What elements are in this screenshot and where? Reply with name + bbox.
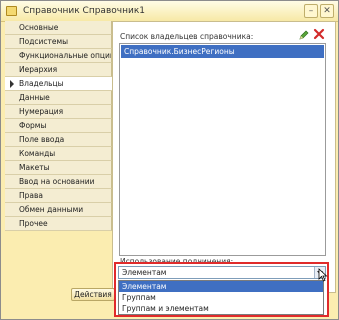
sidebar-item-label: Формы [19, 121, 47, 130]
sidebar-item-basic[interactable]: Основные [5, 21, 112, 35]
sidebar-item-label: Владельцы [19, 79, 64, 88]
catalog-icon [6, 6, 17, 16]
usage-select-value: Элементам [122, 268, 167, 277]
usage-select[interactable]: Элементам [118, 266, 326, 279]
sidebar-item-owners[interactable]: Владельцы [5, 77, 115, 91]
owners-list-label: Список владельцев справочника: [120, 32, 254, 41]
sidebar-item-label: Команды [19, 149, 56, 158]
sidebar-item-label: Права [19, 191, 44, 200]
sidebar-item-other[interactable]: Прочее [5, 217, 112, 231]
minimize-icon[interactable]: – [304, 4, 318, 18]
sidebar-item-label: Подсистемы [19, 37, 69, 46]
usage-dropdown-highlight: Элементам Элементам Группам Группам и эл… [114, 262, 329, 317]
option-groups-and-elements[interactable]: Группам и элементам [119, 303, 323, 314]
sidebar-item-label: Поле ввода [19, 135, 65, 144]
sidebar-item-rights[interactable]: Права [5, 189, 112, 203]
selected-arrow-icon [10, 80, 14, 88]
sidebar-item-label: Макеты [19, 163, 50, 172]
sidebar-item-label: Обмен данными [19, 205, 84, 214]
sidebar-item-label: Прочее [19, 219, 48, 228]
pencil-icon[interactable] [298, 29, 310, 41]
sidebar-item-input-field[interactable]: Поле ввода [5, 133, 112, 147]
sidebar-item-label: Функциональные опции [19, 51, 112, 60]
sidebar-item-functional-options[interactable]: Функциональные опции [5, 49, 112, 63]
sidebar-item-subsystems[interactable]: Подсистемы [5, 35, 112, 49]
sidebar-item-data[interactable]: Данные [5, 91, 112, 105]
sidebar-item-label: Ввод на основании [19, 177, 95, 186]
list-item[interactable]: Справочник.БизнесРегионы [121, 45, 324, 58]
sidebar-item-numbering[interactable]: Нумерация [5, 105, 112, 119]
sidebar-item-label: Данные [19, 93, 50, 102]
sidebar-item-hierarchy[interactable]: Иерархия [5, 63, 112, 77]
close-icon[interactable]: ✕ [320, 4, 334, 18]
actions-button[interactable]: Действия [71, 288, 115, 301]
sidebar-item-data-exchange[interactable]: Обмен данными [5, 203, 112, 217]
mouse-cursor-icon [318, 268, 328, 282]
owners-panel: Список владельцев справочника: Справочни… [112, 21, 336, 293]
sidebar-item-label: Нумерация [19, 107, 64, 116]
sidebar-item-commands[interactable]: Команды [5, 147, 112, 161]
delete-icon[interactable] [313, 28, 325, 40]
sidebar-item-input-based-on[interactable]: Ввод на основании [5, 175, 112, 189]
option-elements[interactable]: Элементам [119, 281, 323, 292]
option-groups[interactable]: Группам [119, 292, 323, 303]
sidebar-item-forms[interactable]: Формы [5, 119, 112, 133]
sidebar-item-templates[interactable]: Макеты [5, 161, 112, 175]
owners-list[interactable]: Справочник.БизнесРегионы [119, 43, 326, 256]
window-title: Справочник Справочник1 [23, 6, 145, 16]
sidebar: Основные Подсистемы Функциональные опции… [5, 21, 115, 237]
usage-options-list: Элементам Группам Группам и элементам [118, 280, 324, 315]
sidebar-item-label: Иерархия [19, 65, 58, 74]
sidebar-item-label: Основные [19, 23, 59, 32]
title-bar: Справочник Справочник1 – ✕ [1, 1, 338, 22]
